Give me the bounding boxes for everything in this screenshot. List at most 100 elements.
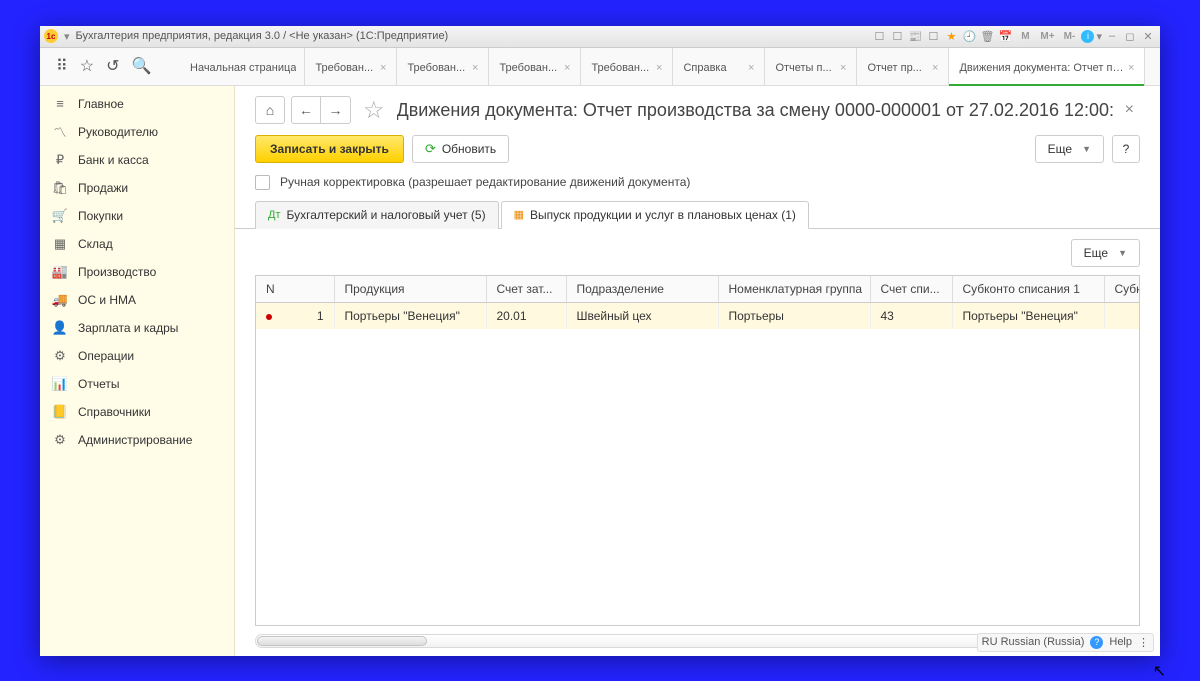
back-button[interactable]: ← (291, 96, 321, 124)
tab[interactable]: Требован...× (305, 48, 397, 85)
tab[interactable]: Отчет пр...× (857, 48, 949, 85)
tabbar: ⠿ ☆ ↺ 🔍 Начальная страницаТребован...×Тр… (40, 48, 1160, 86)
sidebar-label: Покупки (78, 209, 123, 223)
titlebar: 1c ▾ Бухгалтерия предприятия, редакция 3… (40, 26, 1160, 48)
content: ⌂ ← → ☆ Движения документа: Отчет произв… (235, 86, 1160, 656)
titlebar-dropdown-icon[interactable]: ▾ (64, 30, 70, 43)
history-icon[interactable]: 🕘 (961, 28, 977, 44)
table-more-label: Еще (1084, 246, 1108, 260)
sidebar-item[interactable]: 🚚ОС и НМА (40, 286, 234, 314)
help-label[interactable]: Help (1109, 636, 1132, 648)
tab-close-icon[interactable]: × (746, 62, 756, 74)
sidebar: ≡Главное〽Руководителю₽Банк и касса🛍Прода… (40, 86, 235, 656)
apps-icon[interactable]: ⠿ (56, 56, 68, 76)
m-minus-button[interactable]: M- (1059, 28, 1079, 44)
cell-acct: 20.01 (486, 302, 566, 329)
tab-label: Требован... (591, 62, 654, 74)
column-header[interactable]: Подразделение (566, 276, 718, 303)
sidebar-item[interactable]: 🛒 Покупки (40, 202, 234, 230)
tab[interactable]: Начальная страница (180, 48, 305, 85)
column-header[interactable]: Счет спи... (870, 276, 952, 303)
toolbar-icon[interactable]: 📰 (907, 28, 923, 44)
m-plus-button[interactable]: M+ (1037, 28, 1057, 44)
column-header[interactable]: Продукция (334, 276, 486, 303)
tab-close-icon[interactable]: × (562, 62, 572, 74)
tab-close-icon[interactable]: × (930, 62, 940, 74)
data-tab[interactable]: ▦Выпуск продукции и услуг в плановых цен… (501, 201, 809, 229)
refresh-button[interactable]: ⟳ Обновить (412, 135, 509, 163)
tab[interactable]: Требован...× (489, 48, 581, 85)
tab[interactable]: Движения документа: Отчет производства з… (949, 48, 1145, 85)
table-row[interactable]: 1 Портьеры "Венеция" 20.01 Швейный цех П… (256, 302, 1140, 329)
toolbar-icon[interactable]: ☐ (925, 28, 941, 44)
close-icon[interactable]: ✕ (1140, 28, 1156, 44)
history-icon[interactable]: ↺ (106, 56, 119, 76)
calendar-icon[interactable]: 📅 (997, 28, 1013, 44)
cell-group: Портьеры (718, 302, 870, 329)
tab[interactable]: Отчеты п...× (765, 48, 857, 85)
column-header[interactable]: Номенклатурная группа (718, 276, 870, 303)
calculator-icon[interactable]: 🗑 (979, 28, 995, 44)
table-wrap[interactable]: NПродукцияСчет зат...ПодразделениеНоменк… (255, 275, 1140, 626)
search-icon[interactable]: 🔍 (131, 56, 151, 76)
info-icon[interactable]: i (1081, 30, 1094, 43)
tab-label: Отчет пр... (867, 62, 930, 74)
tab-close-icon[interactable]: × (654, 62, 664, 74)
sidebar-item[interactable]: ₽Банк и касса (40, 146, 234, 174)
favorite-icon[interactable]: ★ (943, 28, 959, 44)
sidebar-item[interactable]: ⚙Операции (40, 342, 234, 370)
maximize-icon[interactable]: ◻ (1122, 28, 1138, 44)
tab[interactable]: Требован...× (397, 48, 489, 85)
chevron-down-icon: ▼ (1118, 248, 1127, 258)
sidebar-item[interactable]: ⚙Администрирование (40, 426, 234, 454)
data-tab[interactable]: ДтБухгалтерский и налоговый учет (5) (255, 201, 499, 229)
column-header[interactable]: Счет зат... (486, 276, 566, 303)
scrollbar-thumb[interactable] (257, 636, 427, 646)
save-and-close-button[interactable]: Записать и закрыть (255, 135, 404, 163)
minimize-icon[interactable]: – (1104, 28, 1120, 44)
star-icon[interactable]: ☆ (80, 56, 94, 76)
sidebar-item[interactable]: 📊Отчеты (40, 370, 234, 398)
sidebar-item[interactable]: ≡Главное (40, 90, 234, 118)
column-header[interactable]: Субко (1104, 276, 1140, 303)
cell-sub2 (1104, 302, 1140, 329)
cell-product: Портьеры "Венеция" (334, 302, 486, 329)
forward-button[interactable]: → (321, 96, 351, 124)
tab-close-icon[interactable]: × (378, 62, 388, 74)
toolbar-icon[interactable]: ☐ (889, 28, 905, 44)
sidebar-item[interactable]: 〽Руководителю (40, 118, 234, 146)
info-dropdown-icon[interactable]: ▾ (1096, 30, 1102, 43)
sidebar-item[interactable]: 📒Справочники (40, 398, 234, 426)
favorite-toggle[interactable]: ☆ (363, 96, 385, 125)
sidebar-item[interactable]: 🏭Производство (40, 258, 234, 286)
tab[interactable]: Требован...× (581, 48, 673, 85)
table-more-button[interactable]: Еще ▼ (1071, 239, 1140, 267)
sidebar-icon: 🛒 (52, 208, 68, 224)
tab[interactable]: Справка× (673, 48, 765, 85)
language-indicator[interactable]: RU Russian (Russia) (982, 636, 1085, 648)
tab-close-icon[interactable]: × (838, 62, 848, 74)
m-button[interactable]: M (1015, 28, 1035, 44)
column-header[interactable]: Субконто списания 1 (952, 276, 1104, 303)
tab-close-icon[interactable]: × (1126, 62, 1136, 74)
more-button[interactable]: Еще ▼ (1035, 135, 1104, 163)
sidebar-label: Банк и касса (78, 153, 149, 167)
window-title: Бухгалтерия предприятия, редакция 3.0 / … (76, 30, 449, 42)
column-header[interactable]: N (256, 276, 334, 303)
sidebar-label: Отчеты (78, 377, 119, 391)
help-icon[interactable]: ? (1090, 636, 1103, 649)
sidebar-icon: 🛍 (52, 180, 68, 196)
sidebar-item[interactable]: 👤Зарплата и кадры (40, 314, 234, 342)
sidebar-item[interactable]: ▦Склад (40, 230, 234, 258)
more-label: Еще (1048, 142, 1072, 156)
sidebar-item[interactable]: 🛍Продажи (40, 174, 234, 202)
help-button[interactable]: ? (1112, 135, 1140, 163)
sidebar-icon: 〽 (52, 124, 68, 140)
close-page-button[interactable]: × (1119, 101, 1140, 119)
sidebar-icon: 📒 (52, 404, 68, 420)
data-tab-label: Бухгалтерский и налоговый учет (5) (287, 208, 486, 222)
manual-edit-checkbox[interactable] (255, 175, 270, 190)
toolbar-icon[interactable]: ☐ (871, 28, 887, 44)
tab-close-icon[interactable]: × (470, 62, 480, 74)
home-button[interactable]: ⌂ (255, 96, 285, 124)
